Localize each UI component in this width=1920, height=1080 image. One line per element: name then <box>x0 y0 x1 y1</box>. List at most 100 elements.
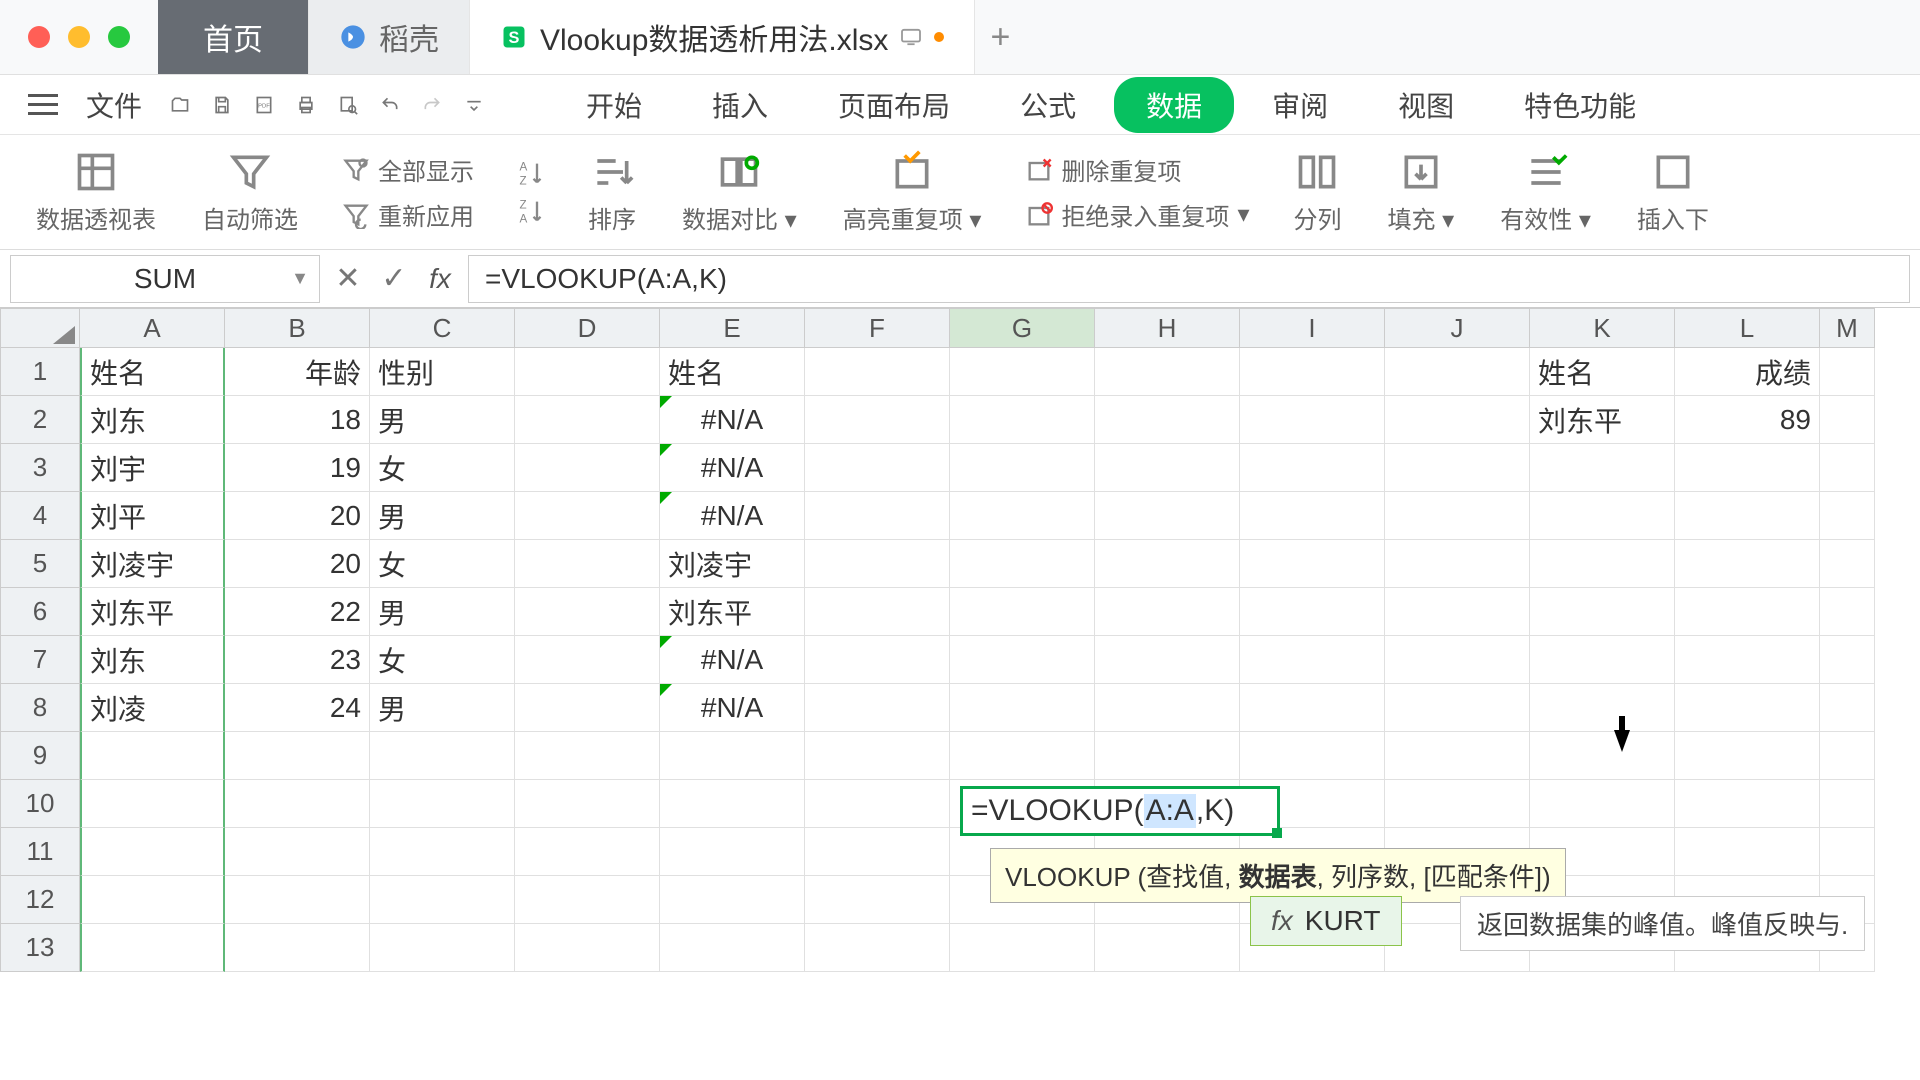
cell-E3[interactable]: #N/A <box>660 444 805 492</box>
cell-M1[interactable] <box>1820 348 1875 396</box>
cell-M9[interactable] <box>1820 732 1875 780</box>
cell-E13[interactable] <box>660 924 805 972</box>
cell-E2[interactable]: #N/A <box>660 396 805 444</box>
cell-H4[interactable] <box>1095 492 1240 540</box>
cell-E11[interactable] <box>660 828 805 876</box>
cell-K3[interactable] <box>1530 444 1675 492</box>
row-header-2[interactable]: 2 <box>0 396 80 444</box>
print-icon[interactable] <box>288 87 324 123</box>
cell-B4[interactable]: 20 <box>225 492 370 540</box>
select-all-corner[interactable] <box>0 308 80 348</box>
validity-button[interactable]: 有效性 ▾ <box>1482 150 1609 235</box>
cell-E9[interactable] <box>660 732 805 780</box>
cell-I1[interactable] <box>1240 348 1385 396</box>
row-header-4[interactable]: 4 <box>0 492 80 540</box>
cell-D7[interactable] <box>515 636 660 684</box>
col-header-B[interactable]: B <box>225 308 370 348</box>
row-header-7[interactable]: 7 <box>0 636 80 684</box>
cell-H8[interactable] <box>1095 684 1240 732</box>
chevron-down-icon[interactable]: ▼ <box>291 268 309 289</box>
row-header-13[interactable]: 13 <box>0 924 80 972</box>
show-all-button[interactable]: 全部显示 <box>342 152 474 187</box>
hamburger-menu[interactable] <box>20 86 66 123</box>
name-box[interactable]: SUM▼ <box>10 255 320 303</box>
cell-I2[interactable] <box>1240 396 1385 444</box>
cell-D5[interactable] <box>515 540 660 588</box>
cell-L4[interactable] <box>1675 492 1820 540</box>
cell-B2[interactable]: 18 <box>225 396 370 444</box>
cell-A1[interactable]: 姓名 <box>80 348 225 396</box>
cell-K5[interactable] <box>1530 540 1675 588</box>
cell-I9[interactable] <box>1240 732 1385 780</box>
daoke-tab[interactable]: 稻壳 <box>309 0 470 74</box>
cell-F5[interactable] <box>805 540 950 588</box>
menu-tab-layout[interactable]: 页面布局 <box>806 85 982 125</box>
file-menu[interactable]: 文件 <box>72 85 156 125</box>
save-icon[interactable] <box>204 87 240 123</box>
cell-J9[interactable] <box>1385 732 1530 780</box>
cancel-formula-button[interactable]: ✕ <box>330 261 366 297</box>
cell-H6[interactable] <box>1095 588 1240 636</box>
formula-input[interactable]: =VLOOKUP(A:A,K) <box>468 255 1910 303</box>
col-header-F[interactable]: F <box>805 308 950 348</box>
cell-J3[interactable] <box>1385 444 1530 492</box>
cell-J1[interactable] <box>1385 348 1530 396</box>
col-header-G[interactable]: G <box>950 308 1095 348</box>
display-mode-icon[interactable] <box>900 28 922 46</box>
cell-A2[interactable]: 刘东 <box>80 396 225 444</box>
sort-desc-button[interactable]: ZA <box>516 197 544 225</box>
accept-formula-button[interactable]: ✓ <box>376 261 412 297</box>
cell-A9[interactable] <box>80 732 225 780</box>
print-preview-icon[interactable] <box>330 87 366 123</box>
cell-F3[interactable] <box>805 444 950 492</box>
reapply-button[interactable]: 重新应用 <box>342 197 474 232</box>
cell-L8[interactable] <box>1675 684 1820 732</box>
cell-K9[interactable] <box>1530 732 1675 780</box>
cell-B12[interactable] <box>225 876 370 924</box>
cell-C12[interactable] <box>370 876 515 924</box>
row-header-6[interactable]: 6 <box>0 588 80 636</box>
cell-L7[interactable] <box>1675 636 1820 684</box>
cell-F1[interactable] <box>805 348 950 396</box>
cell-G2[interactable] <box>950 396 1095 444</box>
menu-tab-feature[interactable]: 特色功能 <box>1492 85 1668 125</box>
cell-I7[interactable] <box>1240 636 1385 684</box>
cell-C10[interactable] <box>370 780 515 828</box>
row-header-11[interactable]: 11 <box>0 828 80 876</box>
more-quick-access-icon[interactable] <box>456 87 492 123</box>
cell-C3[interactable]: 女 <box>370 444 515 492</box>
cell-A8[interactable]: 刘凌 <box>80 684 225 732</box>
cell-D4[interactable] <box>515 492 660 540</box>
cell-D8[interactable] <box>515 684 660 732</box>
cell-D9[interactable] <box>515 732 660 780</box>
file-tab[interactable]: S Vlookup数据透析用法.xlsx <box>470 0 975 74</box>
cell-G6[interactable] <box>950 588 1095 636</box>
cell-C2[interactable]: 男 <box>370 396 515 444</box>
cell-H2[interactable] <box>1095 396 1240 444</box>
cell-H7[interactable] <box>1095 636 1240 684</box>
col-header-A[interactable]: A <box>80 308 225 348</box>
cell-B9[interactable] <box>225 732 370 780</box>
menu-tab-insert[interactable]: 插入 <box>680 85 800 125</box>
col-header-I[interactable]: I <box>1240 308 1385 348</box>
col-header-L[interactable]: L <box>1675 308 1820 348</box>
row-header-8[interactable]: 8 <box>0 684 80 732</box>
cell-C7[interactable]: 女 <box>370 636 515 684</box>
cell-G13[interactable] <box>950 924 1095 972</box>
col-header-H[interactable]: H <box>1095 308 1240 348</box>
redo-icon[interactable] <box>414 87 450 123</box>
cell-B5[interactable]: 20 <box>225 540 370 588</box>
open-icon[interactable] <box>162 87 198 123</box>
close-window-button[interactable] <box>28 26 50 48</box>
cell-D6[interactable] <box>515 588 660 636</box>
cell-H3[interactable] <box>1095 444 1240 492</box>
cell-F10[interactable] <box>805 780 950 828</box>
cell-K6[interactable] <box>1530 588 1675 636</box>
cell-C6[interactable]: 男 <box>370 588 515 636</box>
cell-A13[interactable] <box>80 924 225 972</box>
cell-I5[interactable] <box>1240 540 1385 588</box>
cell-E12[interactable] <box>660 876 805 924</box>
cell-G7[interactable] <box>950 636 1095 684</box>
cell-E4[interactable]: #N/A <box>660 492 805 540</box>
sort-button[interactable]: 排序 <box>570 150 654 235</box>
